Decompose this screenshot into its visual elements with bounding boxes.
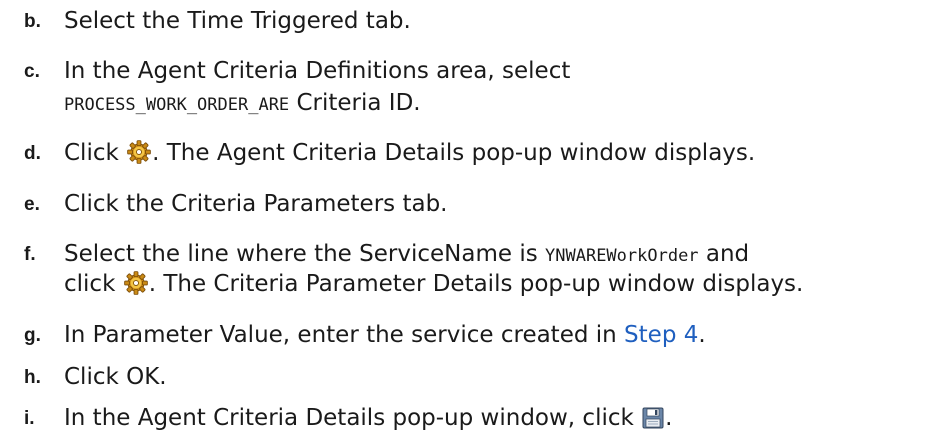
step-text-after: and	[698, 241, 750, 267]
step-4-link[interactable]: Step 4	[624, 322, 698, 348]
step-text: Click OK.	[64, 364, 167, 390]
save-icon	[641, 406, 665, 430]
step-text-after: . The Agent Criteria Details pop-up wind…	[152, 140, 756, 166]
step-letter: i.	[24, 408, 35, 429]
step-text-line2: click . The Criteria Parameter Details p…	[64, 267, 803, 301]
step-letter: g.	[24, 325, 41, 346]
step-letter: f.	[24, 244, 36, 265]
step-text: Select the Time Triggered tab.	[64, 8, 411, 34]
step-f: f. Select the line where the ServiceName…	[0, 237, 940, 307]
step-text-after: .	[698, 322, 706, 348]
step-c: c. In the Agent Criteria Definitions are…	[0, 54, 940, 124]
step-letter: c.	[24, 61, 40, 82]
step-letter: e.	[24, 194, 40, 215]
step-text-after: .	[665, 405, 673, 431]
step-text: In Parameter Value, enter the service cr…	[64, 318, 706, 352]
step-letter: h.	[24, 367, 41, 388]
step-letter: d.	[24, 143, 41, 164]
step-text: In the Agent Criteria Definitions area, …	[64, 58, 571, 84]
gear-icon	[123, 270, 149, 296]
step-text: Criteria ID.	[289, 90, 421, 116]
step-text: Click the Criteria Parameters tab.	[64, 191, 448, 217]
criteria-id-code: PROCESS_WORK_ORDER_ARE	[64, 95, 290, 115]
step-text-before: In the Agent Criteria Details pop-up win…	[64, 405, 642, 431]
step-text-before: In Parameter Value, enter the service cr…	[64, 322, 625, 348]
step-text-before: Select the line where the ServiceName is	[64, 241, 546, 267]
step-text-line2: PROCESS_WORK_ORDER_ARE Criteria ID.	[64, 86, 421, 122]
step-letter: b.	[24, 11, 41, 32]
step-text-before: Click	[64, 140, 127, 166]
step-text-before: click	[64, 271, 123, 297]
step-text: In the Agent Criteria Details pop-up win…	[64, 401, 672, 435]
step-text-after: . The Criteria Parameter Details pop-up …	[148, 271, 804, 297]
service-name-code: YNWAREWorkOrder	[545, 246, 699, 266]
step-text: Click . The Agent Criteria Details pop-u…	[64, 136, 755, 170]
gear-icon	[126, 139, 152, 165]
